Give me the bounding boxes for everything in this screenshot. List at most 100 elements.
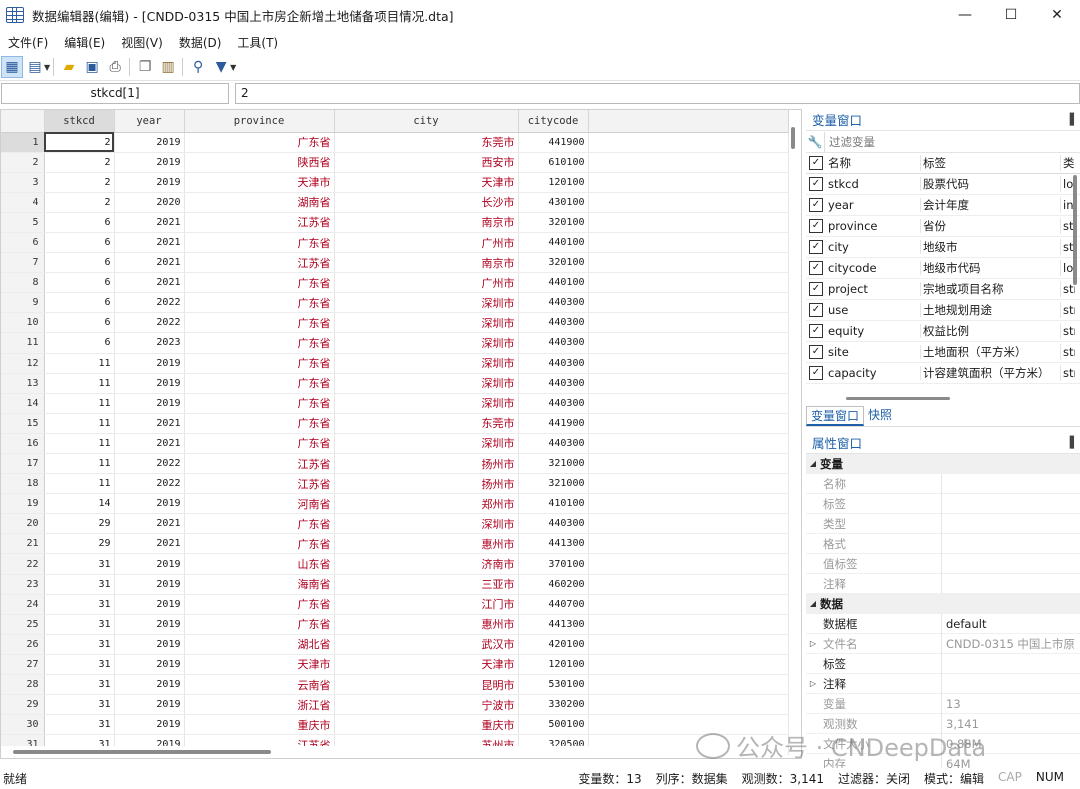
property-row[interactable]: 观测数 3,141 [806,713,1080,734]
cell-citycode[interactable]: 441900 [518,413,589,434]
maximize-button[interactable]: ☐ [988,0,1034,30]
open-folder-icon[interactable]: ▰ [58,56,80,78]
cell-citycode[interactable]: 440300 [518,513,589,535]
expand-icon[interactable]: ▷ [806,639,820,648]
cell-city[interactable]: 天津市 [334,172,519,193]
cell-province[interactable]: 江苏省 [184,473,335,495]
variables-horizontal-scrollbar[interactable] [806,395,1072,403]
cell-city[interactable]: 宁波市 [334,694,519,716]
column-header-city[interactable]: city [334,110,519,133]
close-button[interactable]: ✕ [1034,0,1080,30]
grid-vertical-scrollbar[interactable] [787,124,801,744]
cell-city[interactable]: 东莞市 [334,132,519,153]
cell-city[interactable]: 深圳市 [334,353,519,374]
variable-checkbox[interactable]: ✓ [809,219,823,233]
header-label[interactable]: 标签 [921,155,1061,171]
cell-stkcd[interactable]: 6 [44,232,115,254]
cell-year[interactable]: 2019 [114,594,185,615]
cell-citycode[interactable]: 441300 [518,614,589,635]
cell-stkcd[interactable]: 29 [44,533,115,555]
cell-province[interactable]: 天津市 [184,172,335,193]
cell-year[interactable]: 2019 [114,694,185,716]
cell-citycode[interactable]: 440700 [518,594,589,615]
cell-year[interactable]: 2021 [114,212,185,233]
cell-citycode[interactable]: 120100 [518,172,589,193]
cell-citycode[interactable]: 440100 [518,272,589,294]
variable-checkbox[interactable]: ✓ [809,282,823,296]
header-type[interactable]: 类 [1061,155,1075,171]
cell-stkcd[interactable]: 31 [44,553,115,575]
cell-city[interactable]: 深圳市 [334,373,519,394]
menu-edit[interactable]: 编辑(E) [56,34,113,51]
cell-year[interactable]: 2021 [114,252,185,274]
cell-stkcd[interactable]: 6 [44,272,115,294]
cell-citycode[interactable]: 320100 [518,252,589,274]
cell-stkcd[interactable]: 14 [44,493,115,515]
cell-year[interactable]: 2022 [114,453,185,475]
cell-city[interactable]: 南京市 [334,252,519,274]
cell-citycode[interactable]: 370100 [518,553,589,575]
cell-year[interactable]: 2019 [114,714,185,736]
search-icon[interactable]: ⚲ [187,56,209,78]
cell-stkcd[interactable]: 11 [44,373,115,394]
cell-year[interactable]: 2019 [114,132,185,153]
cell-city[interactable]: 深圳市 [334,292,519,314]
variable-checkbox[interactable]: ✓ [809,303,823,317]
cell-year[interactable]: 2019 [114,493,185,515]
cell-city[interactable]: 江门市 [334,594,519,615]
chevron-down-icon[interactable]: ▼ [230,63,236,72]
cell-stkcd[interactable]: 31 [44,614,115,635]
cell-city[interactable]: 天津市 [334,654,519,676]
minimize-button[interactable]: — [942,0,988,30]
cell-province[interactable]: 广东省 [184,132,335,153]
cell-citycode[interactable]: 440100 [518,232,589,254]
cell-year[interactable]: 2019 [114,674,185,696]
cell-province[interactable]: 海南省 [184,574,335,595]
cell-stkcd[interactable]: 2 [44,172,115,193]
property-row[interactable]: 数据框 default [806,613,1080,634]
variable-row-stkcd[interactable]: ✓ stkcd 股票代码 lo [806,174,1080,195]
cell-province[interactable]: 广东省 [184,292,335,314]
cell-city[interactable]: 长沙市 [334,192,519,213]
cell-year[interactable]: 2019 [114,553,185,575]
property-row[interactable]: 类型 [806,513,1080,534]
cell-year[interactable]: 2021 [114,413,185,434]
scroll-thumb[interactable] [791,127,795,149]
save-icon[interactable]: ▣ [81,56,103,78]
cell-city[interactable]: 惠州市 [334,614,519,635]
variable-row-use[interactable]: ✓use土地规划用途str [806,300,1080,321]
cell-city[interactable]: 深圳市 [334,332,519,354]
cell-stkcd[interactable]: 6 [44,252,115,274]
cell-citycode[interactable]: 430100 [518,192,589,213]
cell-year[interactable]: 2019 [114,614,185,635]
cell-year[interactable]: 2022 [114,312,185,334]
property-row[interactable]: 变量 13 [806,693,1080,714]
cell-city[interactable]: 扬州市 [334,453,519,475]
cell-province[interactable]: 天津市 [184,654,335,676]
cell-year[interactable]: 2019 [114,634,185,655]
variable-checkbox[interactable]: ✓ [809,261,823,275]
cell-stkcd[interactable]: 31 [44,594,115,615]
cell-city[interactable]: 扬州市 [334,473,519,495]
cell-city[interactable]: 广州市 [334,272,519,294]
variable-row-citycode[interactable]: ✓ citycode 地级市代码 lo [806,258,1080,279]
menu-file[interactable]: 文件(F) [0,34,56,51]
cell-city[interactable]: 三亚市 [334,574,519,595]
menu-tools[interactable]: 工具(T) [229,34,286,51]
filter-variables-input[interactable] [824,131,1074,152]
table-dropdown-icon[interactable]: ▤ [24,56,46,78]
property-row[interactable]: 格式 [806,533,1080,554]
cell-citycode[interactable]: 610100 [518,152,589,173]
cell-province[interactable]: 广东省 [184,513,335,535]
cell-city[interactable]: 惠州市 [334,533,519,555]
cell-year[interactable]: 2019 [114,353,185,374]
cell-province[interactable]: 广东省 [184,413,335,434]
cell-year[interactable]: 2021 [114,272,185,294]
variable-checkbox[interactable]: ✓ [809,240,823,254]
cell-citycode[interactable]: 440300 [518,373,589,394]
tab-variables[interactable]: 变量窗口 [806,406,865,426]
cell-city[interactable]: 东莞市 [334,413,519,434]
cell-citycode[interactable]: 120100 [518,654,589,676]
cell-citycode[interactable]: 440300 [518,393,589,414]
variable-row-equity[interactable]: ✓equity权益比例str [806,321,1080,342]
